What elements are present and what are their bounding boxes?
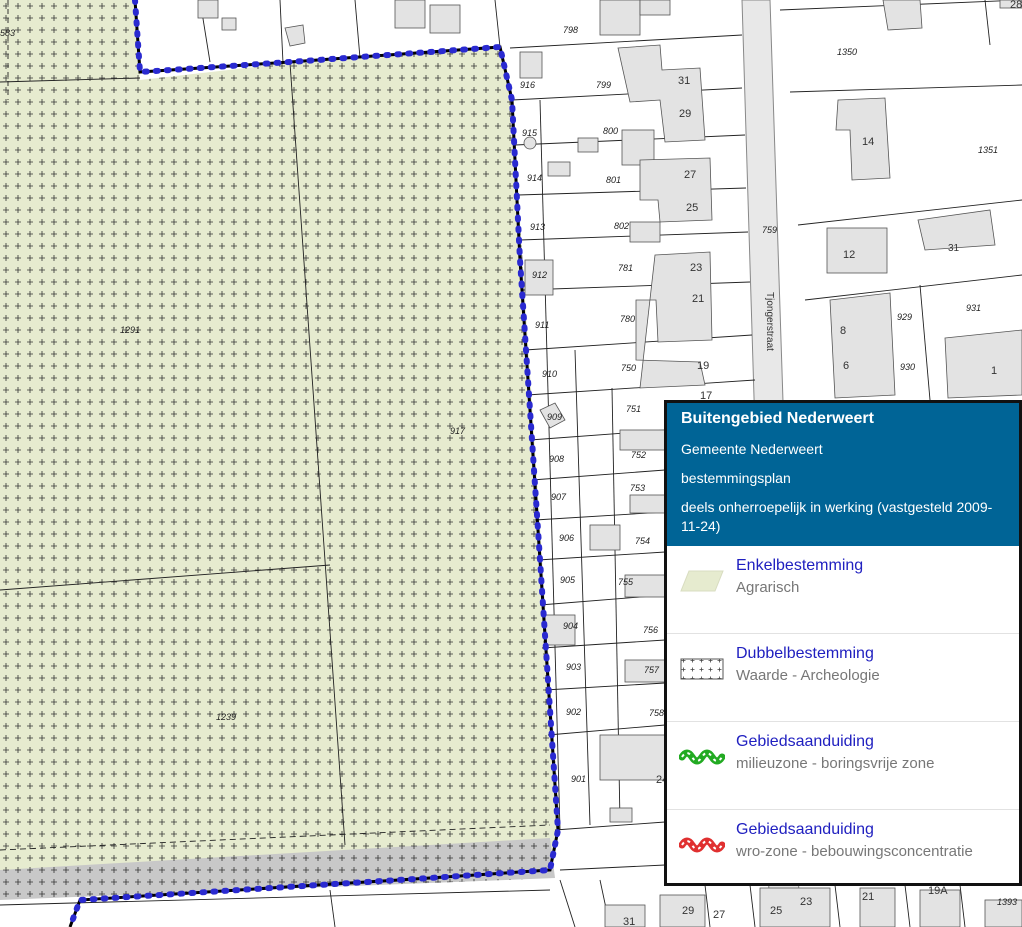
house-number: 1 bbox=[991, 365, 997, 377]
parcel-label: 902 bbox=[566, 707, 581, 717]
parcel-label: 781 bbox=[618, 263, 633, 273]
house-number: 25 bbox=[686, 202, 698, 214]
municipality-label: Gemeente Nederweert bbox=[681, 441, 823, 457]
parcel-label: 798 bbox=[563, 25, 578, 35]
parcel-label: 916 bbox=[520, 80, 535, 90]
parcel-label: 1351 bbox=[978, 145, 998, 155]
plan-status-label: deels onherroepelijk in werking (vastges… bbox=[681, 499, 993, 534]
house-number: 23 bbox=[800, 896, 812, 908]
house-number: 31 bbox=[623, 916, 635, 927]
parcel-label: 1350 bbox=[837, 47, 857, 57]
wro-zone-swatch-icon bbox=[679, 837, 725, 853]
house-number: 29 bbox=[679, 108, 691, 120]
house-number: 21 bbox=[692, 293, 704, 305]
house-number: 8 bbox=[840, 325, 846, 337]
parcel-label: 930 bbox=[900, 362, 915, 372]
parcel-label: 912 bbox=[532, 270, 547, 280]
parcel-label: 909 bbox=[547, 412, 562, 422]
milieuzone-swatch-icon bbox=[679, 749, 725, 765]
parcel-label: 917 bbox=[450, 426, 466, 436]
parcel-label: 904 bbox=[563, 621, 578, 631]
info-panel: Buitengebied Nederweert Gemeente Nederwe… bbox=[664, 400, 1022, 886]
parcel-label: 780 bbox=[620, 314, 635, 324]
house-number: 28 bbox=[1010, 0, 1022, 11]
house-number: 6 bbox=[843, 360, 849, 372]
parcel-label: 903 bbox=[566, 662, 581, 672]
legend-description: Agrarisch bbox=[736, 579, 800, 596]
parcel-label: 901 bbox=[571, 774, 586, 784]
house-number: 19A bbox=[928, 885, 948, 897]
parcel-label: 753 bbox=[630, 483, 645, 493]
legend-item-archeologie[interactable]: Dubbelbestemming Waarde - Archeologie bbox=[667, 633, 1019, 721]
parcel-label: 751 bbox=[626, 404, 641, 414]
house-number: 27 bbox=[684, 169, 696, 181]
parcel-label: 906 bbox=[559, 533, 574, 543]
legend-category: Dubbelbestemming bbox=[736, 645, 874, 662]
panel-title: Buitengebied Nederweert bbox=[681, 410, 874, 427]
parcel-label: 758 bbox=[649, 708, 664, 718]
parcel-label: 583 bbox=[0, 28, 15, 38]
legend-category: Gebiedsaanduiding bbox=[736, 733, 874, 750]
archeologie-swatch-icon bbox=[680, 658, 724, 680]
parcel-label: 911 bbox=[535, 320, 549, 330]
plan-type-label: bestemmingsplan bbox=[681, 470, 791, 486]
house-number: 23 bbox=[690, 262, 702, 274]
house-number: 14 bbox=[862, 136, 874, 148]
parcel-label: 929 bbox=[897, 312, 912, 322]
legend-category: Gebiedsaanduiding bbox=[736, 821, 874, 838]
parcel-label: 757 bbox=[644, 665, 660, 675]
parcel-label: 799 bbox=[596, 80, 611, 90]
agrarisch-swatch-icon bbox=[680, 570, 724, 592]
parcel-label: 750 bbox=[621, 363, 636, 373]
legend-description: milieuzone - boringsvrije zone bbox=[736, 755, 935, 772]
legend-item-milieuzone[interactable]: Gebiedsaanduiding milieuzone - boringsvr… bbox=[667, 721, 1019, 809]
house-number: 29 bbox=[682, 905, 694, 917]
legend-description: Waarde - Archeologie bbox=[736, 667, 880, 684]
parcel-label: 913 bbox=[530, 222, 545, 232]
parcel-label: 755 bbox=[618, 577, 634, 587]
house-number: 12 bbox=[843, 249, 855, 261]
parcel-label: 800 bbox=[603, 126, 618, 136]
parcel-label: 801 bbox=[606, 175, 621, 185]
parcel-label: 759 bbox=[762, 225, 777, 235]
parcel-label: 752 bbox=[631, 450, 646, 460]
agrarisch-area bbox=[0, 0, 560, 870]
parcel-label: 908 bbox=[549, 454, 564, 464]
house-number: 21 bbox=[862, 891, 874, 903]
parcel-label: 910 bbox=[542, 369, 557, 379]
parcel-label: 754 bbox=[635, 536, 650, 546]
house-number: 31 bbox=[678, 75, 690, 87]
legend-category: Enkelbestemming bbox=[736, 557, 864, 574]
street-label: Tjongerstraat bbox=[764, 292, 775, 351]
legend-item-agrarisch[interactable]: Enkelbestemming Agrarisch bbox=[667, 546, 1019, 633]
house-number: 19 bbox=[697, 360, 709, 372]
legend: Enkelbestemming Agrarisch Dubbelbestemmi… bbox=[667, 546, 1019, 883]
house-number: 27 bbox=[713, 909, 725, 921]
legend-item-wro-zone[interactable]: Gebiedsaanduiding wro-zone - bebouwingsc… bbox=[667, 809, 1019, 883]
parcel-label: 905 bbox=[560, 575, 576, 585]
parcel-label: 802 bbox=[614, 221, 629, 231]
parcel-label: 1239 bbox=[216, 712, 236, 722]
parcel-label: 931 bbox=[966, 303, 981, 313]
parcel-label: 1291 bbox=[120, 325, 140, 335]
parcel-label: 914 bbox=[527, 173, 542, 183]
parcel-label: 756 bbox=[643, 625, 658, 635]
legend-description: wro-zone - bebouwingsconcentratie bbox=[736, 843, 973, 860]
house-number: 25 bbox=[770, 905, 782, 917]
panel-header: Buitengebied Nederweert Gemeente Nederwe… bbox=[667, 403, 1019, 546]
parcel-label: 915 bbox=[522, 128, 538, 138]
parcel-label: 907 bbox=[551, 492, 567, 502]
parcel-label: 1393 bbox=[997, 897, 1017, 907]
house-number: 31 bbox=[948, 243, 960, 254]
